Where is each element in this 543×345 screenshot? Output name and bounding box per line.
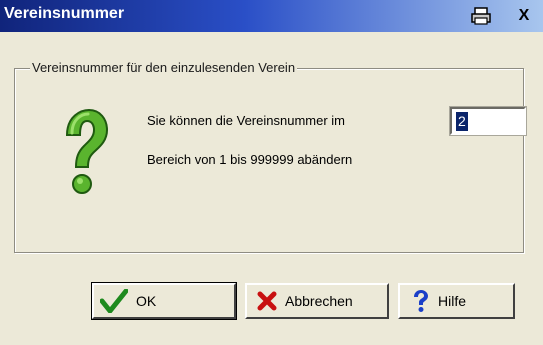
printer-icon[interactable] — [470, 6, 492, 26]
cancel-button[interactable]: Abbrechen — [245, 283, 389, 319]
message-line-1: Sie können die Vereinsnummer im — [147, 113, 345, 128]
club-number-input[interactable]: 2 — [449, 106, 527, 136]
question-icon — [60, 108, 110, 200]
help-label: Hilfe — [438, 293, 467, 309]
question-icon — [412, 289, 430, 313]
club-number-value: 2 — [456, 112, 468, 131]
ok-label: OK — [136, 293, 157, 309]
ok-button[interactable]: OK — [91, 282, 237, 320]
help-button[interactable]: Hilfe — [398, 283, 515, 319]
x-icon — [257, 291, 277, 311]
group-legend: Vereinsnummer für den einzulesenden Vere… — [30, 60, 298, 75]
message-line-2: Bereich von 1 bis 999999 abändern — [147, 152, 353, 167]
close-button[interactable]: X — [513, 6, 535, 26]
cancel-label: Abbrechen — [285, 293, 353, 309]
title-bar[interactable]: Vereinsnummer X — [0, 0, 543, 32]
window-title: Vereinsnummer — [4, 5, 125, 22]
checkmark-icon — [100, 289, 128, 313]
